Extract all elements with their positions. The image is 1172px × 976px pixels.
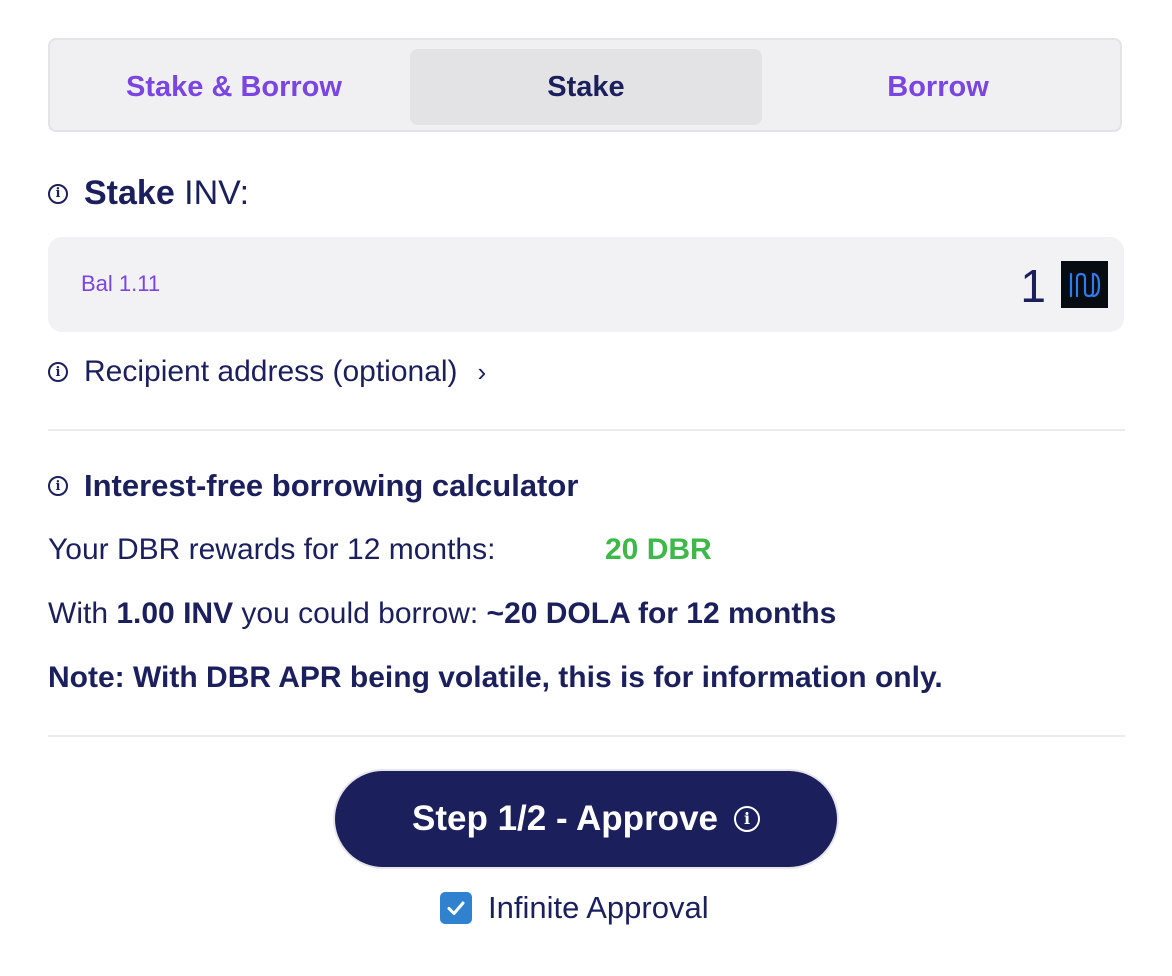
inv-token-icon [1061,261,1108,308]
borrow-mid: you could borrow: [233,597,487,630]
stake-title: Stake INV: [84,174,249,213]
borrow-prefix: With [48,597,117,630]
rewards-label: Your DBR rewards for 12 months: [48,533,496,566]
chevron-right-icon[interactable]: › [478,357,487,388]
infinite-approval-label[interactable]: Infinite Approval [488,890,709,926]
recipient-toggle[interactable]: i Recipient address (optional) › [48,355,486,389]
checkmark-icon [447,901,465,915]
info-icon[interactable]: i [48,183,68,204]
approve-label: Step 1/2 - Approve [412,799,718,838]
info-icon[interactable]: i [48,362,68,382]
info-icon[interactable]: i [734,806,760,832]
info-note: Note: With DBR APR being volatile, this … [48,661,943,694]
borrow-amount: 1.00 INV [116,597,234,630]
stake-amount-input[interactable]: Bal 1.11 1 [48,237,1124,332]
borrow-result: ~20 DOLA for 12 months [486,597,837,630]
rewards-value: 20 DBR [605,533,712,566]
infinite-approval-row[interactable]: Infinite Approval [440,890,709,926]
stake-title-token: INV: [174,174,250,212]
amount-value[interactable]: 1 [1020,259,1046,313]
calculator-heading: i Interest-free borrowing calculator [48,468,578,504]
stake-heading: i Stake INV: [48,174,249,213]
tab-bar: Stake & Borrow Stake Borrow [48,38,1122,132]
borrow-line: With 1.00 INV you could borrow: ~20 DOLA… [48,597,836,631]
info-icon[interactable]: i [48,476,68,496]
tab-stake-and-borrow[interactable]: Stake & Borrow [58,49,410,125]
approve-button[interactable]: Step 1/2 - Approve i [333,769,839,869]
balance-label[interactable]: Bal 1.11 [81,271,160,297]
divider [48,735,1125,737]
recipient-label[interactable]: Recipient address (optional) [84,355,458,389]
stake-title-bold: Stake [84,174,175,212]
tab-borrow[interactable]: Borrow [762,49,1114,125]
calculator-title: Interest-free borrowing calculator [84,468,579,503]
infinite-approval-checkbox[interactable] [440,892,472,924]
divider [48,429,1125,431]
tab-stake[interactable]: Stake [410,49,762,125]
